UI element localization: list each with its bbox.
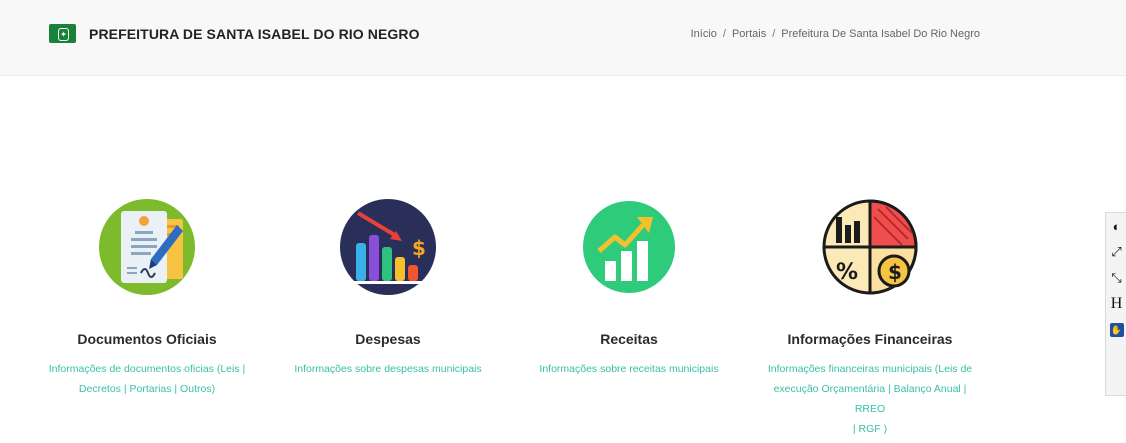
svg-text:$: $ (888, 260, 902, 284)
breadcrumb: Início / Portais / Prefeitura De Santa I… (691, 28, 980, 40)
breadcrumb-inicio[interactable]: Início (691, 28, 717, 40)
card-title[interactable]: Receitas (529, 331, 729, 347)
increase-font-icon[interactable]: ⤢ (1106, 239, 1126, 265)
card-title[interactable]: Documentos Oficiais (47, 331, 247, 347)
card-despesas[interactable]: $ Despesas Informações sobre despesas mu… (288, 195, 488, 379)
sign-language-icon[interactable]: ✋ (1106, 317, 1126, 343)
financial-info-pie-icon: % $ (822, 199, 918, 295)
card-title[interactable]: Informações Financeiras (760, 331, 980, 347)
contrast-icon[interactable]: ◐ (1106, 213, 1126, 239)
heading-toggle-button[interactable]: H (1106, 291, 1126, 317)
card-title[interactable]: Despesas (288, 331, 488, 347)
breadcrumb-current: Prefeitura De Santa Isabel Do Rio Negro (781, 28, 980, 40)
card-receitas[interactable]: Receitas Informações sobre receitas muni… (529, 195, 729, 379)
svg-text:$: $ (412, 236, 426, 260)
rising-revenue-chart-icon (583, 201, 675, 293)
card-documentos-oficiais[interactable]: Documentos Oficiais Informações de docum… (47, 195, 247, 399)
municipality-flag-icon: ✦ (49, 24, 76, 43)
breadcrumb-separator: / (722, 28, 726, 40)
falling-expenses-chart-icon: $ (340, 199, 436, 295)
decrease-font-icon[interactable]: ⤡ (1106, 265, 1126, 291)
card-informacoes-financeiras[interactable]: % $ Informações Financeiras Informações … (760, 195, 980, 439)
breadcrumb-separator: / (772, 28, 776, 40)
svg-text:%: % (836, 260, 858, 285)
site-title[interactable]: PREFEITURA DE SANTA ISABEL DO RIO NEGRO (89, 26, 420, 42)
card-description[interactable]: Informações sobre despesas municipais (288, 359, 488, 379)
card-description[interactable]: Informações de documentos oficias (Leis … (47, 359, 247, 399)
accessibility-toolbar: ◐ ⤢ ⤡ H ✋ (1105, 212, 1126, 396)
top-bar: ✦ PREFEITURA DE SANTA ISABEL DO RIO NEGR… (0, 0, 1126, 76)
document-signing-icon (99, 199, 195, 295)
breadcrumb-portais[interactable]: Portais (732, 28, 766, 40)
card-description[interactable]: Informações sobre receitas municipais (529, 359, 729, 379)
card-description[interactable]: Informações financeiras municipais (Leis… (760, 359, 980, 439)
